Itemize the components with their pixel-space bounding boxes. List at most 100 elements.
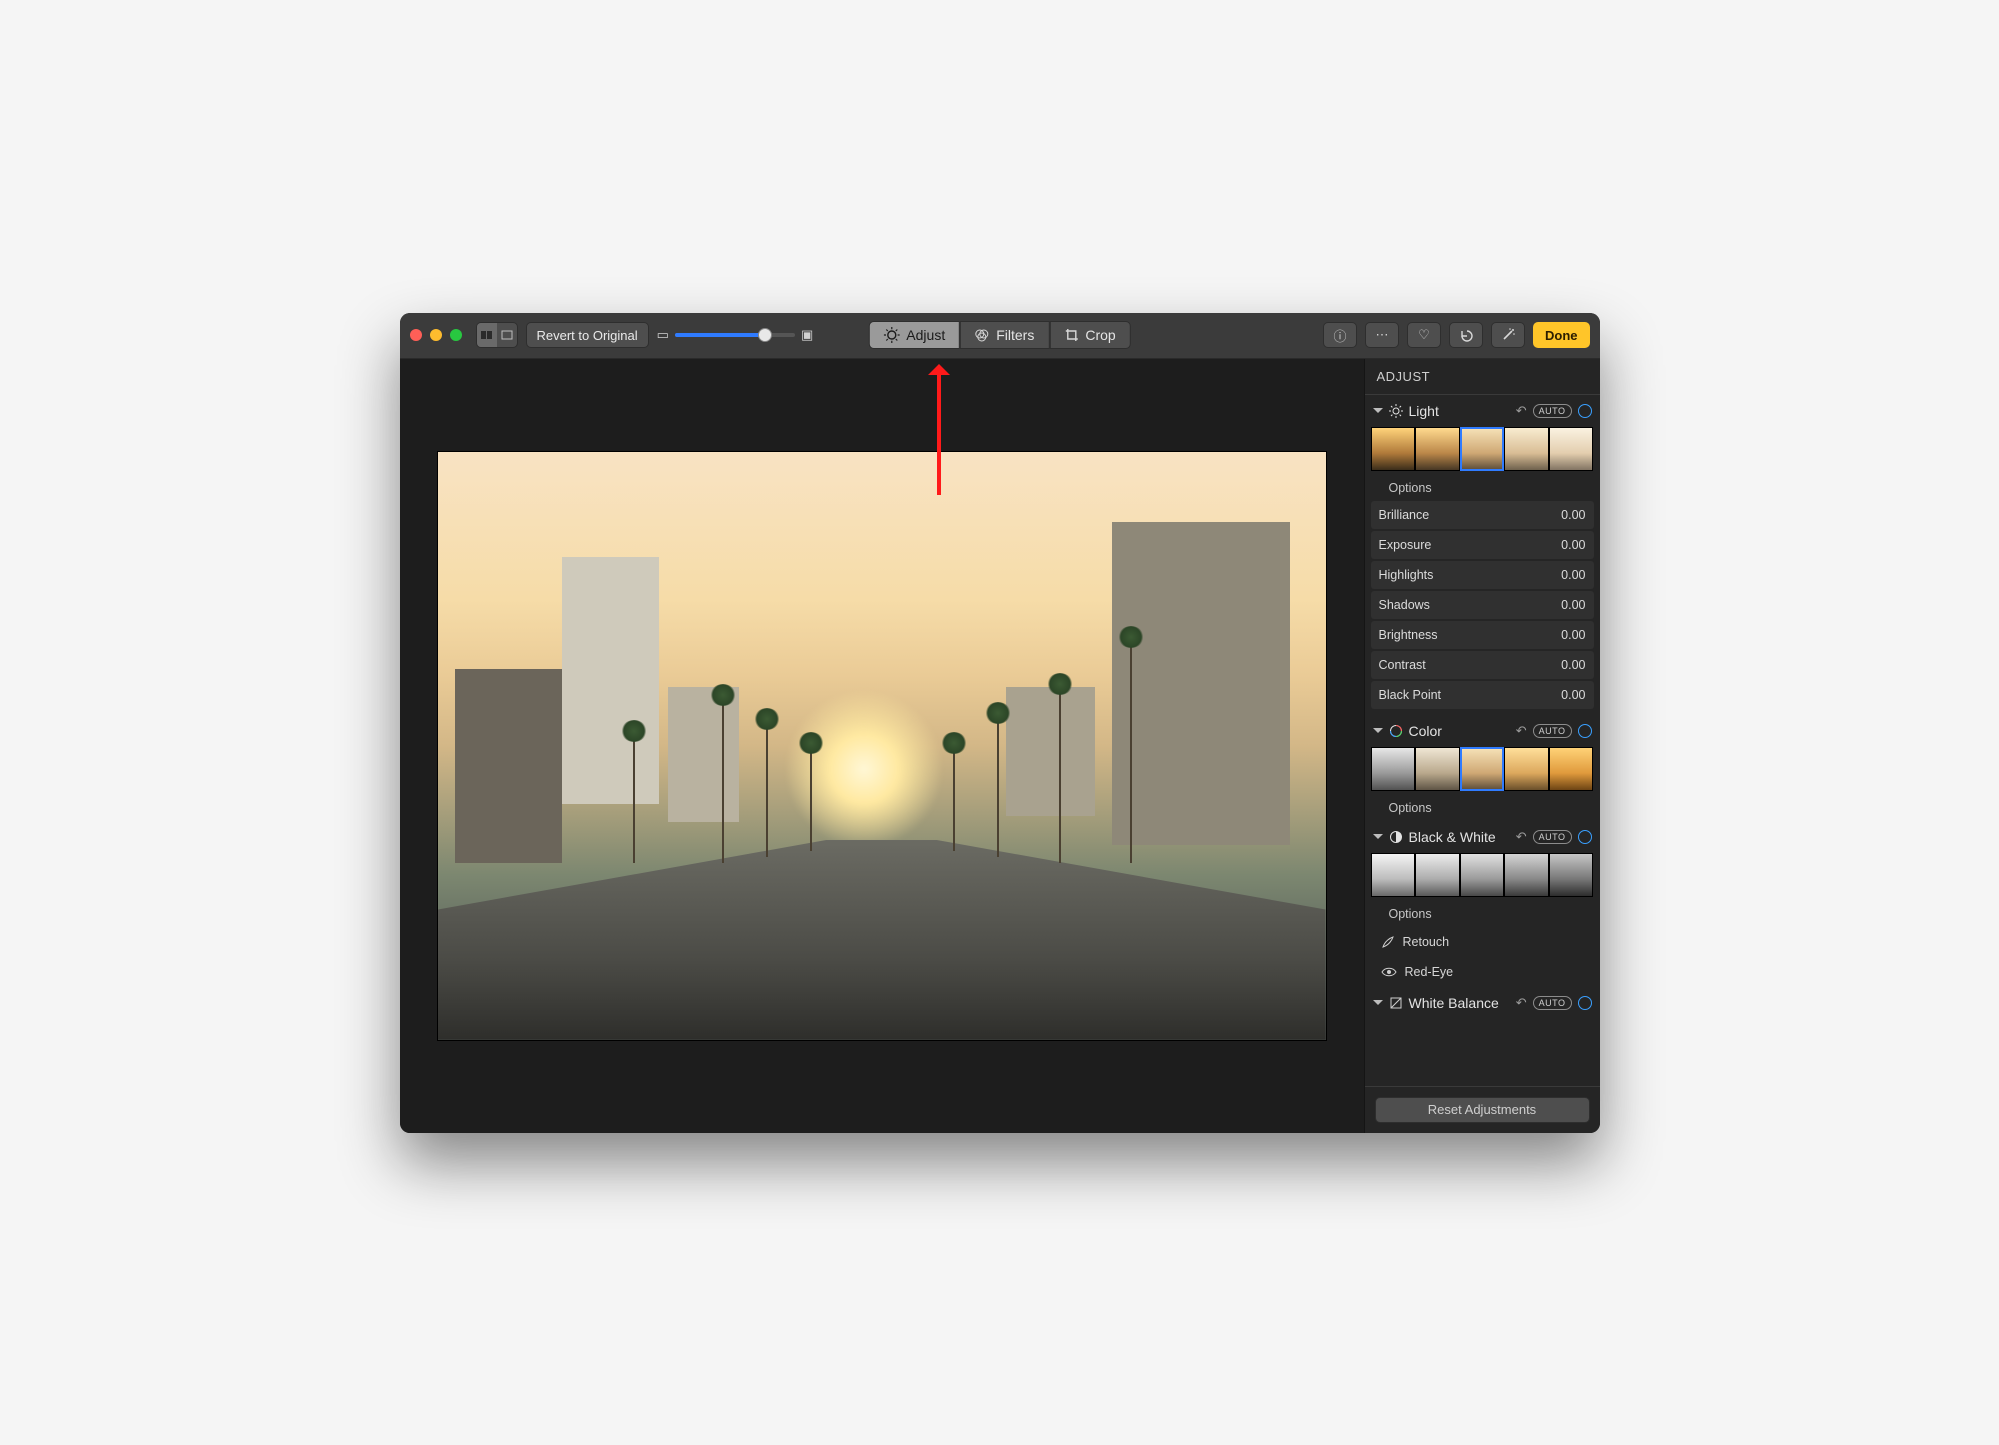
retouch-icon — [1381, 935, 1395, 949]
redeye-icon — [1381, 966, 1397, 978]
bw-thumb[interactable] — [1460, 853, 1505, 897]
crop-icon — [1064, 328, 1078, 342]
edited-photo — [437, 451, 1327, 1041]
slider-highlights[interactable]: Highlights0.00 — [1371, 561, 1594, 589]
undo-icon[interactable]: ↶ — [1516, 723, 1527, 739]
light-thumb[interactable] — [1371, 427, 1416, 471]
zoom-in-icon[interactable]: ▣ — [801, 327, 813, 343]
view-mode-segmented[interactable] — [476, 322, 518, 348]
undo-icon[interactable]: ↶ — [1516, 403, 1527, 419]
light-thumb[interactable] — [1504, 427, 1549, 471]
toolbar-right: ⓘ ⋯ ♡ Done — [1323, 322, 1590, 348]
auto-bw-button[interactable]: AUTO — [1533, 830, 1572, 844]
adjust-panel: ADJUST Light ↶ AUTO — [1364, 359, 1600, 1133]
section-light-label: Light — [1409, 403, 1439, 419]
image-canvas[interactable] — [400, 359, 1364, 1133]
tab-filters-label: Filters — [996, 327, 1034, 343]
enable-color-toggle[interactable] — [1578, 724, 1592, 738]
section-wb-label: White Balance — [1409, 995, 1499, 1011]
done-button[interactable]: Done — [1533, 322, 1590, 348]
info-button[interactable]: ⓘ — [1323, 322, 1357, 348]
section-bw-label: Black & White — [1409, 829, 1496, 845]
tab-crop-label: Crop — [1085, 327, 1115, 343]
view-mode-filmstrip[interactable] — [477, 322, 497, 348]
wand-icon — [1501, 328, 1516, 342]
auto-enhance-button[interactable] — [1491, 322, 1525, 348]
revert-button[interactable]: Revert to Original — [526, 322, 649, 348]
auto-wb-button[interactable]: AUTO — [1533, 996, 1572, 1010]
fullscreen-window[interactable] — [450, 329, 462, 341]
disclosure-down-icon — [1373, 728, 1383, 738]
slider-black-point[interactable]: Black Point0.00 — [1371, 681, 1594, 709]
section-bw-header[interactable]: Black & White ↶ AUTO — [1365, 821, 1600, 853]
bw-thumb[interactable] — [1415, 853, 1460, 897]
light-thumb[interactable] — [1549, 427, 1594, 471]
bw-icon — [1389, 830, 1403, 844]
color-options-toggle[interactable]: Options — [1365, 797, 1600, 821]
slider-exposure[interactable]: Exposure0.00 — [1371, 531, 1594, 559]
bw-thumb[interactable] — [1504, 853, 1549, 897]
reset-bar: Reset Adjustments — [1365, 1086, 1600, 1133]
enable-wb-toggle[interactable] — [1578, 996, 1592, 1010]
tab-filters[interactable]: Filters — [960, 321, 1049, 349]
disclosure-down-icon — [1373, 408, 1383, 418]
minimize-window[interactable] — [430, 329, 442, 341]
slider-contrast[interactable]: Contrast0.00 — [1371, 651, 1594, 679]
section-redeye-header[interactable]: Red-Eye — [1365, 957, 1600, 987]
close-window[interactable] — [410, 329, 422, 341]
enable-light-toggle[interactable] — [1578, 404, 1592, 418]
light-icon — [1389, 404, 1403, 418]
favorite-button[interactable]: ♡ — [1407, 322, 1441, 348]
slider-shadows[interactable]: Shadows0.00 — [1371, 591, 1594, 619]
info-icon: ⓘ — [1333, 326, 1346, 345]
section-wb-header[interactable]: White Balance ↶ AUTO — [1365, 987, 1600, 1019]
light-thumb[interactable] — [1460, 427, 1505, 471]
section-light-header[interactable]: Light ↶ AUTO — [1365, 395, 1600, 427]
slider-brilliance[interactable]: Brilliance0.00 — [1371, 501, 1594, 529]
section-retouch-header[interactable]: Retouch — [1365, 927, 1600, 957]
window-controls — [410, 329, 462, 341]
color-thumb[interactable] — [1415, 747, 1460, 791]
color-thumbnails[interactable] — [1365, 747, 1600, 797]
disclosure-down-icon — [1373, 1000, 1383, 1010]
tab-adjust-label: Adjust — [906, 327, 945, 343]
view-mode-single[interactable] — [497, 322, 517, 348]
bw-options-toggle[interactable]: Options — [1365, 903, 1600, 927]
disclosure-down-icon — [1373, 834, 1383, 844]
rotate-button[interactable] — [1449, 322, 1483, 348]
light-options-toggle[interactable]: Options — [1365, 477, 1600, 501]
auto-light-button[interactable]: AUTO — [1533, 404, 1572, 418]
tab-crop[interactable]: Crop — [1049, 321, 1130, 349]
zoom-out-icon[interactable]: ▭ — [657, 327, 669, 343]
bw-thumb[interactable] — [1549, 853, 1594, 897]
color-thumb[interactable] — [1460, 747, 1505, 791]
more-button[interactable]: ⋯ — [1365, 322, 1399, 348]
auto-color-button[interactable]: AUTO — [1533, 724, 1572, 738]
light-thumb[interactable] — [1415, 427, 1460, 471]
tab-adjust[interactable]: Adjust — [868, 321, 960, 349]
slider-brightness[interactable]: Brightness0.00 — [1371, 621, 1594, 649]
section-retouch-label: Retouch — [1403, 935, 1450, 949]
filters-icon — [975, 328, 989, 342]
section-color-header[interactable]: Color ↶ AUTO — [1365, 715, 1600, 747]
undo-icon[interactable]: ↶ — [1516, 829, 1527, 845]
zoom-slider[interactable] — [675, 333, 795, 337]
color-thumb[interactable] — [1549, 747, 1594, 791]
adjust-icon — [883, 327, 899, 343]
wb-icon — [1389, 996, 1403, 1010]
bw-thumb[interactable] — [1371, 853, 1416, 897]
revert-label: Revert to Original — [537, 328, 638, 343]
editor-body: ADJUST Light ↶ AUTO — [400, 359, 1600, 1133]
bw-thumbnails[interactable] — [1365, 853, 1600, 903]
color-thumb[interactable] — [1371, 747, 1416, 791]
done-label: Done — [1545, 328, 1578, 343]
reset-adjustments-button[interactable]: Reset Adjustments — [1375, 1097, 1590, 1123]
bw-options-label: Options — [1389, 907, 1432, 921]
heart-icon: ♡ — [1418, 327, 1430, 343]
enable-bw-toggle[interactable] — [1578, 830, 1592, 844]
color-icon — [1389, 724, 1403, 738]
panel-title: ADJUST — [1365, 359, 1600, 395]
color-thumb[interactable] — [1504, 747, 1549, 791]
undo-icon[interactable]: ↶ — [1516, 995, 1527, 1011]
light-thumbnails[interactable] — [1365, 427, 1600, 477]
